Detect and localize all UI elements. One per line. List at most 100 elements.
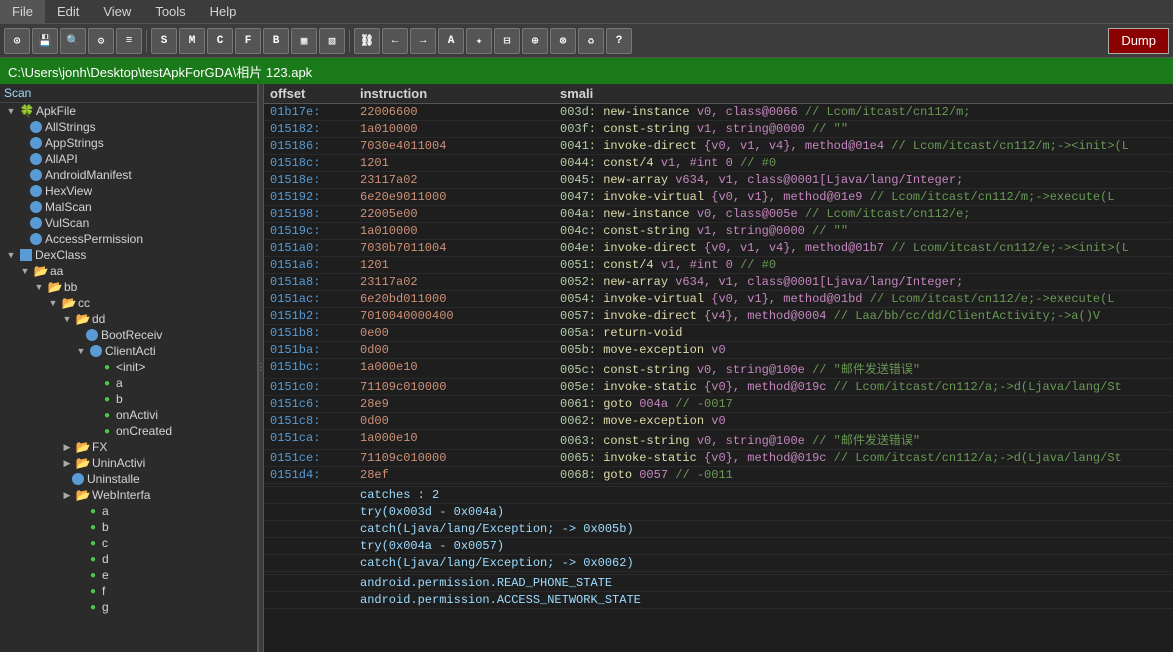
splitter[interactable]: ⋮ (258, 84, 264, 652)
toolbar-btn-settings[interactable]: ⚙ (88, 28, 114, 54)
code-row-25[interactable]: catch(Ljava/lang/Exception; -> 0x005b) (264, 521, 1173, 538)
code-row-5[interactable]: 015192:6e20e90110000047: invoke-virtual … (264, 189, 1173, 206)
menu-tools[interactable]: Tools (143, 0, 197, 23)
code-row-30[interactable]: android.permission.ACCESS_NETWORK_STATE (264, 592, 1173, 609)
code-row-26[interactable]: try(0x004a - 0x0057) (264, 538, 1173, 555)
tree-node-30[interactable]: ●f (0, 583, 257, 599)
tree-node-13[interactable]: ▼📂dd (0, 311, 257, 327)
toolbar-btn-refresh[interactable]: ♻ (578, 28, 604, 54)
tree-node-7[interactable]: VulScan (0, 215, 257, 231)
code-row-8[interactable]: 0151a0:7030b7011004004e: invoke-direct {… (264, 240, 1173, 257)
tree-node-19[interactable]: ●onActivi (0, 407, 257, 423)
tree-node-4[interactable]: AndroidManifest (0, 167, 257, 183)
toolbar-btn-back[interactable]: ← (382, 28, 408, 54)
sidebar[interactable]: Scan▼🍀ApkFileAllStringsAppStringsAllAPIA… (0, 84, 258, 652)
tree-node-22[interactable]: ▶📂UninActivi (0, 455, 257, 471)
tree-node-25[interactable]: ●a (0, 503, 257, 519)
code-row-7[interactable]: 01519c:1a010000004c: const-string v1, st… (264, 223, 1173, 240)
tree-node-8[interactable]: AccessPermission (0, 231, 257, 247)
tree-node-31[interactable]: ●g (0, 599, 257, 615)
toolbar-btn-forward[interactable]: → (410, 28, 436, 54)
tree-node-28[interactable]: ●d (0, 551, 257, 567)
toolbar-btn-star[interactable]: ✦ (466, 28, 492, 54)
menu-view[interactable]: View (91, 0, 143, 23)
tree-node-16[interactable]: ●<init> (0, 359, 257, 375)
code-row-13[interactable]: 0151b8:0e00005a: return-void (264, 325, 1173, 342)
toolbar-btn-smali[interactable]: S (151, 28, 177, 54)
toolbar-btn-text[interactable]: A (438, 28, 464, 54)
toolbar-btn-method[interactable]: M (179, 28, 205, 54)
tree-label-14: BootReceiv (101, 328, 162, 342)
tree-node-26[interactable]: ●b (0, 519, 257, 535)
toolbar-btn-field[interactable]: F (235, 28, 261, 54)
smali-args-9: v1, #int 0 // #0 (654, 258, 776, 272)
smali-index-9: 0051: (560, 258, 603, 272)
toolbar-btn-bytecode[interactable]: B (263, 28, 289, 54)
tree-node-18[interactable]: ●b (0, 391, 257, 407)
code-row-27[interactable]: catch(Ljava/lang/Exception; -> 0x0062) (264, 555, 1173, 572)
toolbar-btn-help[interactable]: ? (606, 28, 632, 54)
dump-button[interactable]: Dump (1108, 28, 1169, 54)
toolbar-btn-save[interactable]: 💾 (32, 28, 58, 54)
tree-node-11[interactable]: ▼📂bb (0, 279, 257, 295)
toolbar-btn-search[interactable]: 🔍 (60, 28, 86, 54)
code-row-12[interactable]: 0151b2:70100400004000057: invoke-direct … (264, 308, 1173, 325)
toolbar-btn-chain[interactable]: ⛓ (354, 28, 380, 54)
toolbar-btn-menu[interactable]: ≡ (116, 28, 142, 54)
tree-node-5[interactable]: HexView (0, 183, 257, 199)
code-row-18[interactable]: 0151c8:0d000062: move-exception v0 (264, 413, 1173, 430)
code-row-21[interactable]: 0151d4:28ef0068: goto 0057 // -0011 (264, 467, 1173, 484)
menu-file[interactable]: File (0, 0, 45, 23)
tree-node-0[interactable]: ▼🍀ApkFile (0, 103, 257, 119)
tree-node-23[interactable]: Uninstalle (0, 471, 257, 487)
code-row-23[interactable]: catches : 2 (264, 487, 1173, 504)
code-row-24[interactable]: try(0x003d - 0x004a) (264, 504, 1173, 521)
tree-arrow-11: ▼ (32, 280, 46, 294)
tree-node-24[interactable]: ▶📂WebInterfa (0, 487, 257, 503)
tree-node-9[interactable]: ▼DexClass (0, 247, 257, 263)
code-row-2[interactable]: 015186:7030e40110040041: invoke-direct {… (264, 138, 1173, 155)
code-row-3[interactable]: 01518c:12010044: const/4 v1, #int 0 // #… (264, 155, 1173, 172)
tree-node-17[interactable]: ●a (0, 375, 257, 391)
toolbar-btn-cross[interactable]: ⊗ (550, 28, 576, 54)
code-row-0[interactable]: 01b17e:22006600003d: new-instance v0, cl… (264, 104, 1173, 121)
tree-node-6[interactable]: MalScan (0, 199, 257, 215)
smali-args-16: {v0}, method@019c // Lcom/itcast/cn112/a… (697, 380, 1122, 394)
tree-node-29[interactable]: ●e (0, 567, 257, 583)
code-row-29[interactable]: android.permission.READ_PHONE_STATE (264, 575, 1173, 592)
menu-edit[interactable]: Edit (45, 0, 91, 23)
code-row-20[interactable]: 0151ce:71109c0100000065: invoke-static {… (264, 450, 1173, 467)
code-row-17[interactable]: 0151c6:28e90061: goto 004a // -0017 (264, 396, 1173, 413)
toolbar-btn-class[interactable]: C (207, 28, 233, 54)
toolbar-btn-table2[interactable]: ▧ (319, 28, 345, 54)
code-row-1[interactable]: 015182:1a010000003f: const-string v1, st… (264, 121, 1173, 138)
tree-node-10[interactable]: ▼📂aa (0, 263, 257, 279)
code-row-19[interactable]: 0151ca:1a000e100063: const-string v0, st… (264, 430, 1173, 450)
cell-instruction-11: 6e20bd011000 (354, 291, 554, 308)
code-row-9[interactable]: 0151a6:12010051: const/4 v1, #int 0 // #… (264, 257, 1173, 274)
tree-node-3[interactable]: AllAPI (0, 151, 257, 167)
code-row-11[interactable]: 0151ac:6e20bd0110000054: invoke-virtual … (264, 291, 1173, 308)
tree-node-1[interactable]: AllStrings (0, 119, 257, 135)
code-row-16[interactable]: 0151c0:71109c010000005e: invoke-static {… (264, 379, 1173, 396)
code-row-4[interactable]: 01518e:23117a020045: new-array v634, v1,… (264, 172, 1173, 189)
tree-node-2[interactable]: AppStrings (0, 135, 257, 151)
code-panel[interactable]: offset instruction smali 01b17e:22006600… (264, 84, 1173, 652)
tree-node-21[interactable]: ▶📂FX (0, 439, 257, 455)
code-row-14[interactable]: 0151ba:0d00005b: move-exception v0 (264, 342, 1173, 359)
tree-node-15[interactable]: ▼ClientActi (0, 343, 257, 359)
tree-icon-16: ● (100, 360, 114, 374)
toolbar-btn-table1[interactable]: ▦ (291, 28, 317, 54)
tree-node-12[interactable]: ▼📂cc (0, 295, 257, 311)
code-row-15[interactable]: 0151bc:1a000e10005c: const-string v0, st… (264, 359, 1173, 379)
tree-node-14[interactable]: BootReceiv (0, 327, 257, 343)
code-row-6[interactable]: 015198:22005e00004a: new-instance v0, cl… (264, 206, 1173, 223)
code-row-10[interactable]: 0151a8:23117a020052: new-array v634, v1,… (264, 274, 1173, 291)
toolbar-btn-new[interactable]: ⊙ (4, 28, 30, 54)
toolbar-btn-minus[interactable]: ⊟ (494, 28, 520, 54)
smali-op-5: invoke-virtual (603, 190, 704, 204)
toolbar-btn-plus[interactable]: ⊕ (522, 28, 548, 54)
tree-node-27[interactable]: ●c (0, 535, 257, 551)
menu-help[interactable]: Help (198, 0, 249, 23)
tree-node-20[interactable]: ●onCreated (0, 423, 257, 439)
